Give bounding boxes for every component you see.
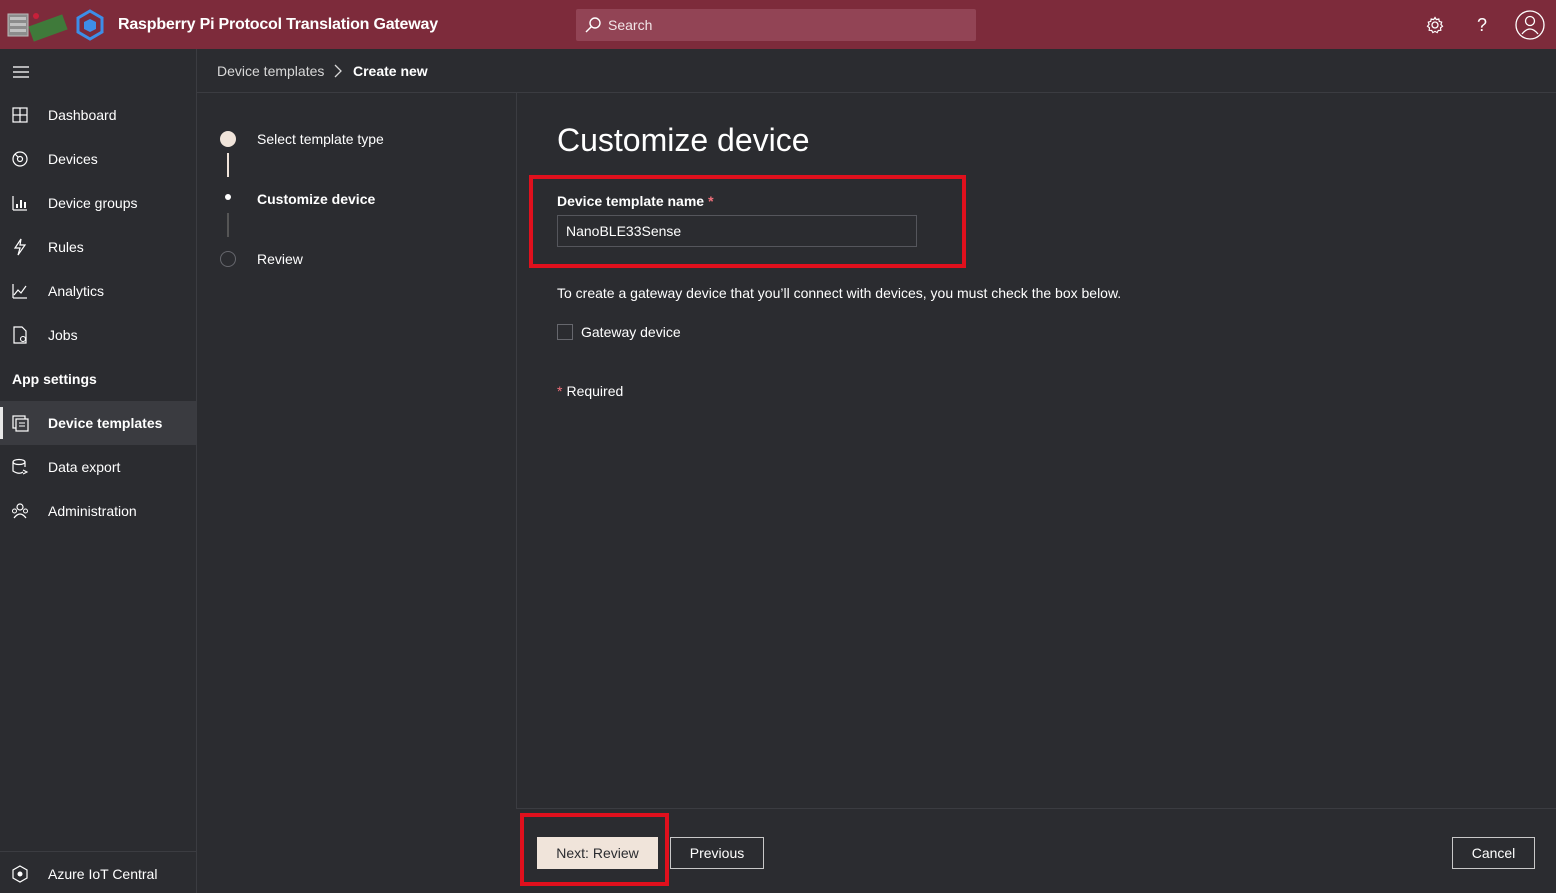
left-nav: Dashboard Devices Device groups Rules An… (0, 49, 197, 893)
device-template-name-label: Device template name * (557, 193, 714, 209)
page-title: Customize device (557, 122, 810, 158)
nav-section-app-settings: App settings (12, 371, 97, 387)
device-templates-icon (12, 415, 29, 432)
dashboard-icon (12, 107, 28, 123)
profile-button[interactable] (1514, 9, 1546, 41)
nav-item-rules[interactable]: Rules (0, 225, 196, 269)
gateway-info-text: To create a gateway device that you’ll c… (557, 285, 1122, 301)
required-marker: * (557, 383, 563, 399)
nav-item-dashboard[interactable]: Dashboard (0, 93, 196, 137)
device-groups-icon (12, 196, 27, 211)
settings-button[interactable] (1419, 9, 1451, 41)
nav-item-label: Azure IoT Central (48, 866, 158, 882)
help-icon: ? (1476, 14, 1487, 35)
nav-item-label: Jobs (48, 327, 78, 343)
user-icon (1515, 10, 1545, 40)
breadcrumb-current: Create new (353, 62, 428, 79)
step-review[interactable]: Review (257, 251, 303, 267)
nav-item-label: Device groups (48, 195, 138, 211)
nav-item-label: Data export (48, 459, 121, 475)
breadcrumb-device-templates-link[interactable]: Device templates (217, 63, 324, 79)
jobs-icon (13, 326, 27, 344)
gateway-device-label[interactable]: Gateway device (581, 324, 681, 340)
previous-button[interactable]: Previous (670, 837, 764, 869)
analytics-icon (12, 284, 27, 299)
nav-item-label: Analytics (48, 283, 105, 299)
step-select-template-type[interactable]: Select template type (257, 131, 384, 147)
data-export-icon (12, 458, 29, 475)
app-title: Raspberry Pi Protocol Translation Gatewa… (118, 16, 438, 33)
step-current-icon (225, 194, 231, 200)
nav-item-device-templates[interactable]: Device templates (0, 401, 196, 445)
required-note-text: Required (566, 383, 624, 399)
nav-item-azure-iot-central[interactable]: Azure IoT Central (0, 852, 196, 893)
iot-central-icon (12, 865, 28, 883)
highlight-box-next-button (520, 813, 669, 886)
chevron-right-icon (334, 64, 342, 78)
hamburger-menu-icon[interactable] (12, 65, 30, 79)
step-completed-icon (220, 131, 236, 147)
step-connector (227, 213, 229, 237)
gear-icon (1426, 16, 1444, 34)
step-customize-device[interactable]: Customize device (257, 191, 375, 207)
nav-item-device-groups[interactable]: Device groups (0, 181, 196, 225)
required-note: * Required (557, 383, 623, 399)
required-marker: * (708, 193, 714, 209)
nav-item-label: Device templates (48, 415, 163, 431)
administration-icon (12, 503, 28, 519)
help-button[interactable]: ? (1466, 9, 1498, 41)
nav-item-label: Dashboard (48, 107, 117, 123)
step-connector (227, 153, 229, 177)
nav-item-administration[interactable]: Administration (0, 489, 196, 533)
cancel-button[interactable]: Cancel (1452, 837, 1535, 869)
nav-item-devices[interactable]: Devices (0, 137, 196, 181)
nav-item-label: Devices (48, 151, 98, 167)
app-header: Raspberry Pi Protocol Translation Gatewa… (0, 0, 1556, 49)
devices-icon (12, 151, 28, 167)
nav-item-label: Rules (48, 239, 84, 255)
rules-icon (13, 238, 27, 256)
search-icon (585, 17, 601, 33)
wizard-steps: Select template type Customize device Re… (197, 93, 517, 809)
device-template-name-input[interactable] (557, 215, 917, 247)
nav-item-analytics[interactable]: Analytics (0, 269, 196, 313)
nav-item-label: Administration (48, 503, 137, 519)
search-input[interactable] (608, 17, 968, 33)
step-pending-icon (220, 251, 236, 267)
field-label-text: Device template name (557, 193, 705, 209)
nav-item-data-export[interactable]: Data export (0, 445, 196, 489)
nav-item-jobs[interactable]: Jobs (0, 313, 196, 357)
search-box[interactable] (576, 9, 976, 41)
app-logo (6, 8, 106, 42)
breadcrumb: Device templates Create new (197, 49, 1556, 93)
gateway-device-checkbox[interactable] (557, 324, 573, 340)
